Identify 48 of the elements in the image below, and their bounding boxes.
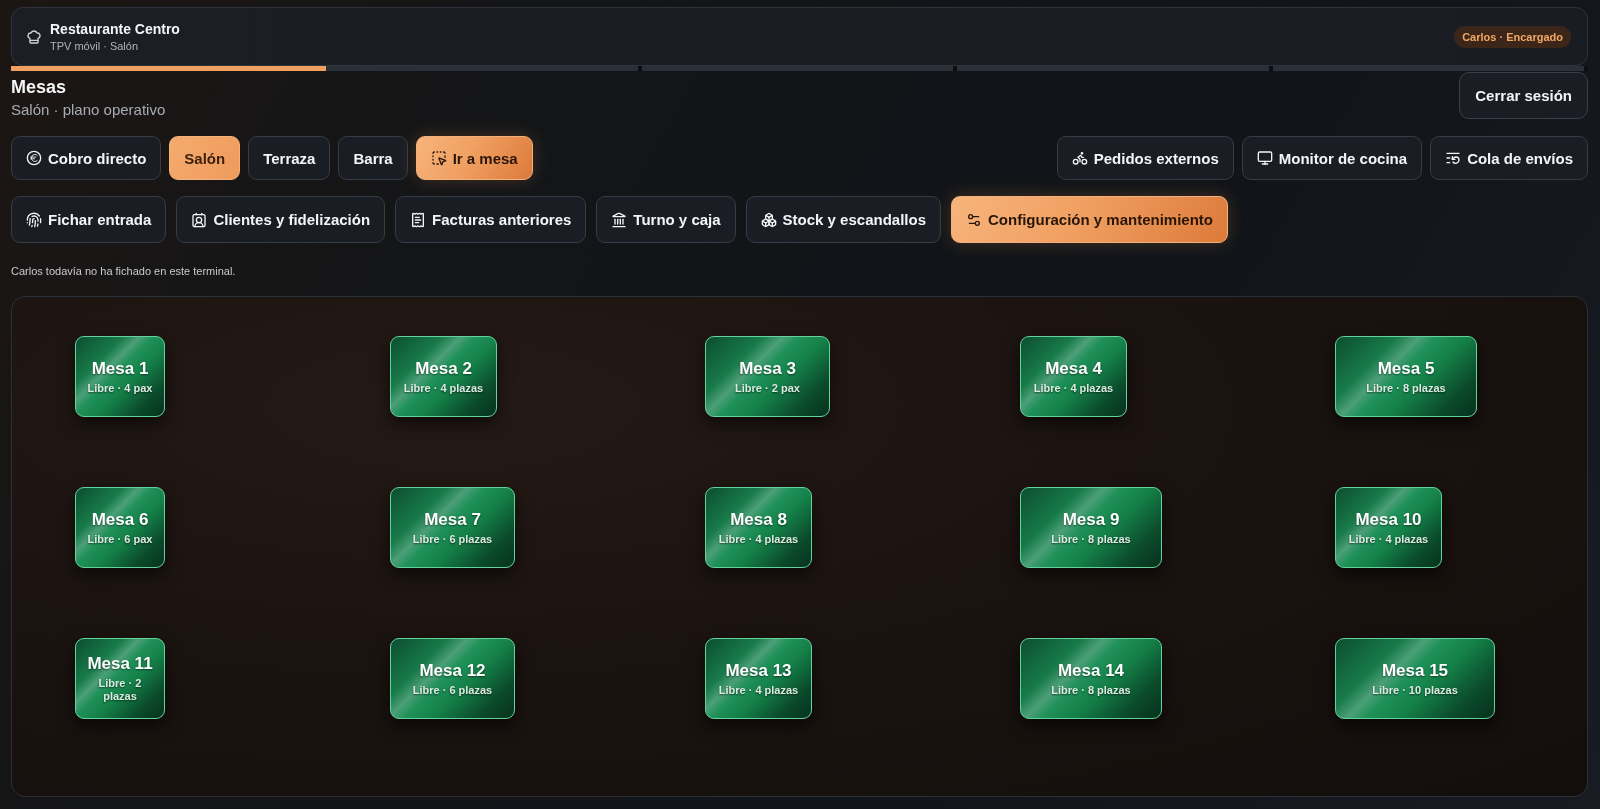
table-tile[interactable]: Mesa 14 Libre · 8 plazas [1020, 638, 1162, 719]
receipt-icon [410, 211, 427, 228]
action-button[interactable]: Cobro directo [11, 136, 162, 180]
action-button[interactable]: Facturas anteriores [395, 196, 587, 243]
sliders-icon [966, 211, 982, 228]
table-tile[interactable]: Mesa 15 Libre · 10 plazas [1335, 638, 1495, 719]
contact-card-icon [191, 211, 208, 228]
action-button[interactable]: Ir a mesa [415, 136, 533, 180]
table-tile[interactable]: Mesa 5 Libre · 8 plazas [1335, 336, 1477, 417]
table-tile[interactable]: Mesa 1 Libre · 4 pax [75, 336, 165, 417]
table-tile[interactable]: Mesa 4 Libre · 4 plazas [1020, 336, 1127, 417]
app-title: Restaurante Centro [50, 21, 180, 37]
zone-tab[interactable]: Barra [338, 136, 408, 180]
cursor-selection-icon [430, 150, 447, 166]
page-title: Mesas [11, 77, 68, 98]
table-tile[interactable]: Mesa 7 Libre · 6 plazas [390, 487, 515, 568]
action-button[interactable]: Stock y escandallos [745, 196, 941, 243]
zone-tab[interactable]: Terraza [248, 136, 331, 180]
table-tile[interactable]: Mesa 13 Libre · 4 plazas [705, 638, 812, 719]
boxes-icon [760, 211, 777, 228]
action-button[interactable]: Pedidos externos [1056, 136, 1234, 180]
action-button[interactable]: Clientes y fidelización [176, 196, 386, 243]
action-button[interactable]: Monitor de cocina [1241, 136, 1423, 180]
chef-hat-icon [26, 28, 42, 45]
list-refresh-icon [1445, 150, 1462, 166]
table-tile[interactable]: Mesa 10 Libre · 4 plazas [1335, 487, 1442, 568]
table-tile[interactable]: Mesa 2 Libre · 4 plazas [390, 336, 497, 417]
app-subtitle: TPV móvil · Salón [50, 40, 140, 52]
table-tile[interactable]: Mesa 6 Libre · 6 pax [75, 487, 165, 568]
euro-icon [26, 150, 42, 166]
table-tile[interactable]: Mesa 8 Libre · 4 plazas [705, 487, 812, 568]
clock-in-notice: Carlos todavía no ha fichado en este terminal. [11, 265, 237, 278]
bank-icon [611, 211, 628, 228]
table-tile[interactable]: Mesa 11 Libre · 2 plazas [75, 638, 165, 719]
action-button[interactable]: Cola de envíos [1430, 136, 1588, 180]
table-tile[interactable]: Mesa 3 Libre · 2 pax [705, 336, 830, 417]
action-button[interactable]: Configuración y mantenimiento [951, 196, 1228, 243]
action-button[interactable]: Fichar entrada [11, 196, 167, 243]
logout-button[interactable]: Cerrar sesión [1459, 72, 1588, 119]
action-button[interactable]: Turno y caja [596, 196, 736, 243]
table-tile[interactable]: Mesa 9 Libre · 8 plazas [1020, 487, 1162, 568]
fingerprint-icon [26, 211, 42, 228]
bicycle-icon [1071, 150, 1088, 166]
table-tile[interactable]: Mesa 12 Libre · 6 plazas [390, 638, 515, 719]
user-badge: Carlos · Encargado [1454, 25, 1571, 48]
zone-tab[interactable]: Salón [169, 136, 241, 180]
monitor-icon [1256, 150, 1273, 166]
page-subtitle: Salón · plano operativo [11, 101, 166, 118]
